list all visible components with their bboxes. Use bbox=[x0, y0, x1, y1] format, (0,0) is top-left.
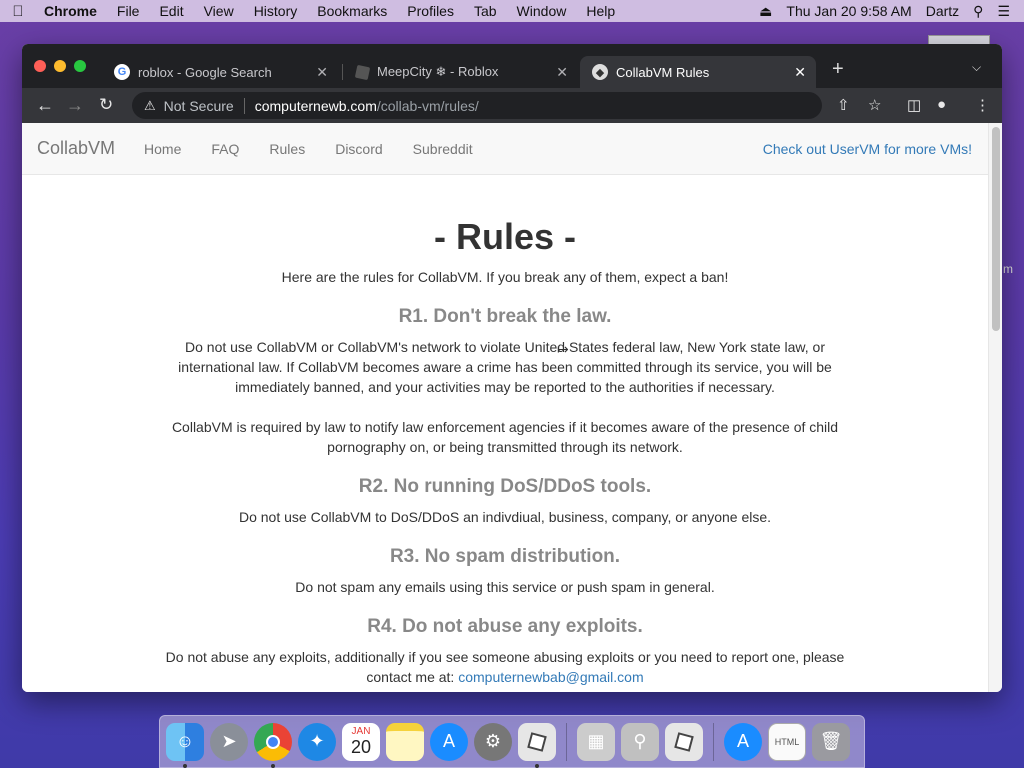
nav-faq[interactable]: FAQ bbox=[196, 141, 254, 157]
roblox-icon bbox=[354, 64, 371, 80]
web-page: CollabVM Home FAQ Rules Discord Subreddi… bbox=[22, 123, 988, 692]
menu-tab[interactable]: Tab bbox=[464, 3, 507, 19]
tab-title: roblox - Google Search bbox=[138, 64, 272, 80]
nav-discord[interactable]: Discord bbox=[320, 141, 397, 157]
contact-email-link[interactable]: computernewbab@gmail.com bbox=[458, 669, 643, 685]
reload-icon[interactable]: ↻ bbox=[99, 95, 113, 115]
text-cursor-icon: ↦ bbox=[557, 341, 569, 357]
close-window-button[interactable] bbox=[34, 60, 46, 72]
roblox-studio-icon[interactable] bbox=[665, 722, 703, 761]
tab-title: MeepCity ❄ - Roblox bbox=[377, 64, 499, 79]
menu-view[interactable]: View bbox=[194, 3, 244, 19]
calendar-day: 20 bbox=[350, 737, 372, 757]
macos-dock: ☺ ➤ ✦ JAN 20 A ⚙ ▦ ⚲ A HTML 🗑 bbox=[159, 715, 865, 768]
tab-meepcity-roblox[interactable]: MeepCity ❄ - Roblox ✕ bbox=[344, 56, 578, 88]
url-path: /collab-vm/rules/ bbox=[376, 97, 479, 114]
side-panel-icon[interactable]: ◫ bbox=[907, 96, 921, 114]
intro-text: Here are the rules for CollabVM. If you … bbox=[281, 269, 729, 285]
rule-paragraph: Do not use CollabVM or CollabVM's networ… bbox=[178, 339, 832, 395]
eject-icon[interactable]: ⏏ bbox=[759, 3, 772, 20]
downloads-folder-icon[interactable]: A bbox=[724, 722, 762, 761]
site-navbar: CollabVM Home FAQ Rules Discord Subreddi… bbox=[22, 123, 988, 175]
minimize-window-button[interactable] bbox=[54, 60, 66, 72]
finder-icon[interactable]: ☺ bbox=[166, 722, 204, 768]
menu-history[interactable]: History bbox=[244, 3, 308, 19]
spotlight-search-icon[interactable]: ⚲ bbox=[973, 3, 983, 20]
chrome-menu-icon[interactable]: ⋮ bbox=[975, 96, 990, 114]
menu-window[interactable]: Window bbox=[507, 3, 577, 19]
nav-rules[interactable]: Rules bbox=[254, 141, 320, 157]
menu-bookmarks[interactable]: Bookmarks bbox=[307, 3, 397, 19]
menu-profiles[interactable]: Profiles bbox=[397, 3, 464, 19]
html-document-icon[interactable]: HTML bbox=[768, 722, 806, 761]
page-title: - Rules - bbox=[433, 216, 576, 257]
nav-subreddit[interactable]: Subreddit bbox=[398, 141, 488, 157]
new-tab-plus-icon[interactable]: + bbox=[832, 58, 844, 81]
rule-paragraph: CollabVM is required by law to notify la… bbox=[171, 419, 839, 455]
address-bar[interactable]: ⚠ Not Secure computernewb.com/collab-vm/… bbox=[132, 92, 822, 119]
rule-heading: R1. Don't break the law. bbox=[398, 306, 612, 327]
close-tab-icon[interactable]: ✕ bbox=[316, 64, 328, 81]
bookmark-star-icon[interactable]: ☆ bbox=[868, 96, 881, 114]
page-scrollbar[interactable] bbox=[988, 123, 1002, 692]
screenshot-tool-icon[interactable]: ⚲ bbox=[621, 722, 659, 761]
browser-toolbar: ← → ↻ ⚠ Not Secure computernewb.com/coll… bbox=[22, 88, 1002, 123]
menu-file[interactable]: File bbox=[107, 3, 150, 19]
notes-icon[interactable] bbox=[386, 722, 424, 761]
calendar-icon[interactable]: JAN 20 bbox=[342, 722, 380, 761]
tab-search-chevron-icon[interactable]: ⌵ bbox=[972, 60, 981, 75]
system-preferences-gear-icon[interactable]: ⚙ bbox=[474, 722, 512, 761]
back-arrow-icon[interactable]: ← bbox=[36, 95, 54, 116]
close-tab-icon[interactable]: ✕ bbox=[794, 64, 806, 81]
desktop-partial-label: m bbox=[1003, 262, 1013, 276]
macos-menu-bar:  Chrome File Edit View History Bookmark… bbox=[0, 0, 1024, 22]
scrollbar-thumb[interactable] bbox=[992, 127, 1000, 331]
chrome-window: G roblox - Google Search ✕ MeepCity ❄ - … bbox=[22, 44, 1002, 692]
apple-menu-icon[interactable]:  bbox=[0, 3, 36, 20]
tab-google-search[interactable]: G roblox - Google Search ✕ bbox=[102, 56, 338, 88]
rule-heading: R2. No running DoS/DDoS tools. bbox=[358, 476, 652, 497]
uservm-link[interactable]: Check out UserVM for more VMs! bbox=[763, 141, 972, 157]
launchpad-icon[interactable]: ➤ bbox=[210, 722, 248, 761]
control-center-icon[interactable]: ☰ bbox=[997, 3, 1010, 20]
safari-compass-icon[interactable]: ✦ bbox=[298, 722, 336, 761]
rule-paragraph: Do not abuse any exploits, additionally … bbox=[160, 647, 850, 687]
profile-avatar-icon[interactable]: ● bbox=[937, 96, 946, 113]
menu-help[interactable]: Help bbox=[576, 3, 625, 19]
rule-paragraph: Do not spam any emails using this servic… bbox=[295, 579, 715, 595]
not-secure-warning-icon[interactable]: ⚠ bbox=[144, 98, 156, 114]
close-tab-icon[interactable]: ✕ bbox=[556, 64, 568, 81]
tab-title: CollabVM Rules bbox=[616, 64, 710, 80]
site-brand[interactable]: CollabVM bbox=[37, 138, 115, 159]
nav-home[interactable]: Home bbox=[129, 141, 196, 157]
rule-heading: R4. Do not abuse any exploits. bbox=[367, 616, 643, 637]
archive-utility-icon[interactable]: ▦ bbox=[577, 722, 615, 761]
window-controls bbox=[34, 60, 86, 72]
security-status[interactable]: Not Secure bbox=[164, 98, 234, 114]
menu-edit[interactable]: Edit bbox=[149, 3, 193, 19]
menubar-clock[interactable]: Thu Jan 20 9:58 AM bbox=[786, 3, 911, 19]
url-host: computernewb.com bbox=[254, 97, 377, 114]
tab-strip: G roblox - Google Search ✕ MeepCity ❄ - … bbox=[22, 44, 1002, 88]
trash-icon[interactable]: 🗑 bbox=[812, 722, 850, 761]
chrome-icon[interactable] bbox=[254, 722, 292, 768]
app-store-icon[interactable]: A bbox=[430, 722, 468, 761]
collabvm-icon: ◆ bbox=[592, 64, 608, 80]
rule-heading: R3. No spam distribution. bbox=[389, 546, 621, 567]
calendar-month: JAN bbox=[351, 726, 371, 737]
share-icon[interactable]: ⇧ bbox=[837, 96, 850, 114]
rules-content: - Rules - Here are the rules for CollabV… bbox=[22, 217, 988, 687]
forward-arrow-icon[interactable]: → bbox=[66, 95, 84, 116]
roblox-player-icon[interactable] bbox=[518, 722, 556, 768]
zoom-window-button[interactable] bbox=[74, 60, 86, 72]
tab-collabvm-rules[interactable]: ◆ CollabVM Rules ✕ bbox=[580, 56, 816, 88]
rule-paragraph: Do not use CollabVM to DoS/DDoS an indiv… bbox=[238, 509, 772, 525]
menu-app-name[interactable]: Chrome bbox=[36, 3, 107, 19]
google-icon: G bbox=[114, 64, 130, 80]
menubar-user[interactable]: Dartz bbox=[926, 3, 959, 19]
